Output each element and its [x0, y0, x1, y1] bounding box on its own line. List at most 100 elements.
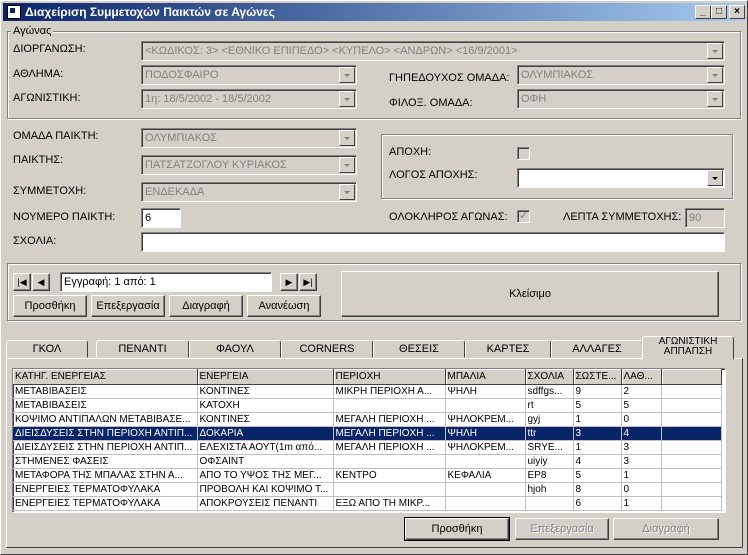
- column-header-comments[interactable]: ΣΧΟΛΙΑ: [525, 369, 574, 385]
- tab-positions[interactable]: ΘΕΣΕΙΣ: [373, 340, 465, 358]
- player-number-value: 6: [145, 212, 152, 224]
- chevron-down-icon[interactable]: [707, 43, 723, 59]
- table-cell: ΣΤΗΜΕΝΕΣ ΦΑΣΕΙΣ: [13, 454, 198, 469]
- tab-substitutions[interactable]: ΑΛΛΑΓΕΣ: [551, 340, 643, 358]
- actions-grid[interactable]: ΚΑΤΗΓ. ΕΝΕΡΓΕΙΑΣ ΕΝΕΡΓΕΙΑ ΠΕΡΙΟΧΗ ΜΠΑΛΙΑ…: [12, 368, 726, 513]
- table-row[interactable]: ΜΕΤΑΦΟΡΑ ΤΗΣ ΜΠΑΛΑΣ ΣΤΗΝ Α... ΑΠΟ ΤΟ ΥΨΟΣ…: [13, 468, 722, 483]
- table-cell: ΕΝΕΡΓΕΙΕΣ ΤΕΡΜΑΤΟΦΥΛΑΚΑ: [13, 496, 198, 511]
- table-row[interactable]: ΜΕΤΑΒΙΒΑΣΕΙΣ ΚΟΝΤΙΝΕΣ ΜΙΚΡΗ ΠΕΡΙΟΧΗ Α... ΨΗ…: [13, 384, 722, 399]
- season-label: ΑΓΩΝΙΣΤΙΚΗ:: [13, 92, 81, 104]
- delete-record-button[interactable]: Διαγραφή: [169, 295, 243, 317]
- previous-record-button[interactable]: ◀: [32, 273, 50, 291]
- guest-team-combo[interactable]: ΟΦΗ: [517, 89, 725, 109]
- title-bar[interactable]: Διαχείριση Συμμετοχών Παικτών σε Αγώνες …: [3, 3, 745, 21]
- participation-combo[interactable]: ΕΝΔΕΚΑΔΑ: [141, 182, 357, 202]
- table-cell: [445, 482, 526, 497]
- participation-value: ΕΝΔΕΚΑΔΑ: [145, 186, 205, 198]
- tab-goals[interactable]: ΓΚΟΛ: [6, 340, 88, 358]
- table-cell: ΜΕΓΑΛΗ ΠΕΡΙΟΧΗ ...: [333, 412, 446, 427]
- table-cell: 1: [573, 412, 622, 427]
- table-row[interactable]: ΔΙΕΙΣΔΥΣΕΙΣ ΣΤΗΝ ΠΕΡΙΟΧΗ ΑΝΤΙΠ... ΔΟΚΑΡΙΑ…: [13, 426, 722, 441]
- organization-combo[interactable]: <ΚΩΔΙΚΟΣ: 3> <ΕΘΝΙΚΟ ΕΠΙΠΕΔΟ> <ΚΥΠΕΛΟ> <…: [141, 41, 725, 61]
- grid-delete-button[interactable]: Διαγραφή: [613, 518, 719, 540]
- first-record-button[interactable]: |◀: [13, 273, 31, 291]
- player-combo[interactable]: ΠΑΤΣΑΤΖΟΓΛΟΥ ΚΥΡΙΑΚΟΣ: [141, 155, 357, 175]
- table-row[interactable]: ΜΕΤΑΒΙΒΑΣΕΙΣ ΚΑΤΟΧΗ rt 5 5: [13, 398, 722, 413]
- table-cell: 4: [621, 426, 662, 441]
- grid-add-button[interactable]: Προσθήκη: [404, 517, 510, 541]
- table-cell: [445, 398, 526, 413]
- table-cell-filler: [661, 412, 722, 427]
- column-header-correct[interactable]: ΣΩΣΤΕ...: [573, 369, 622, 385]
- table-cell-filler: [661, 482, 722, 497]
- edit-record-button[interactable]: Επεξεργασία: [91, 295, 165, 317]
- tab-cards[interactable]: ΚΑΡΤΕΣ: [465, 340, 551, 358]
- next-record-button[interactable]: ▶: [280, 273, 298, 291]
- column-header-category[interactable]: ΚΑΤΗΓ. ΕΝΕΡΓΕΙΑΣ: [13, 369, 198, 385]
- column-header-wrong[interactable]: ΛΑΘ...: [621, 369, 662, 385]
- table-cell: ΕΞΩ ΑΠΟ ΤΗ ΜΙΚΡ...: [333, 496, 446, 511]
- table-row[interactable]: ΕΝΕΡΓΕΙΕΣ ΤΕΡΜΑΤΟΦΥΛΑΚΑ ΑΠΟΚΡΟΥΣΕΙΣ ΠΕΝΑΝ…: [13, 496, 722, 511]
- refresh-button[interactable]: Ανανέωση: [247, 295, 321, 317]
- record-position-field[interactable]: Εγγραφή: 1 από: 1: [60, 272, 272, 292]
- last-record-button[interactable]: ▶|: [299, 273, 317, 291]
- absence-label: ΑΠΟΧΗ:: [389, 146, 432, 158]
- table-cell: 5: [573, 398, 622, 413]
- table-cell: ttr: [525, 426, 574, 441]
- close-window-button[interactable]: ×: [729, 5, 745, 19]
- table-cell-filler: [661, 496, 722, 511]
- chevron-down-icon[interactable]: [707, 67, 723, 83]
- minutes-field[interactable]: 90: [685, 208, 725, 228]
- table-row[interactable]: ΕΝΕΡΓΕΙΕΣ ΤΕΡΜΑΤΟΦΥΛΑΚΑ ΠΡΟΒΟΛΗ ΚΑΙ ΚΟΨΙΜ…: [13, 482, 722, 497]
- home-team-value: ΟΛΥΜΠΙΑΚΟΣ: [521, 69, 594, 81]
- close-form-button[interactable]: Κλείσιμο: [341, 271, 719, 317]
- minimize-button[interactable]: _: [695, 5, 711, 19]
- chevron-down-icon[interactable]: [339, 157, 355, 173]
- column-header-ball[interactable]: ΜΠΑΛΙΑ: [445, 369, 526, 385]
- chevron-down-icon[interactable]: [339, 67, 355, 83]
- table-cell-filler: [661, 384, 722, 399]
- table-row[interactable]: ΣΤΗΜΕΝΕΣ ΦΑΣΕΙΣ ΟΦΣΑΙΝΤ uiyiy 4 3: [13, 454, 722, 469]
- table-cell: gyj: [525, 412, 574, 427]
- column-header-area[interactable]: ΠΕΡΙΟΧΗ: [333, 369, 446, 385]
- sport-value: ΠΟΔΟΣΦΑΙΡΟ: [145, 69, 219, 81]
- table-cell: ΚΟΨΙΜΟ ΑΝΤΙΠΑΛΩΝ ΜΕΤΑΒΙΒΑΣΕ...: [13, 412, 198, 427]
- table-cell: ΨΗΛΗ: [445, 426, 526, 441]
- chevron-down-icon[interactable]: [339, 184, 355, 200]
- table-cell: [333, 398, 446, 413]
- season-combo[interactable]: 1η: 18/5/2002 - 18/5/2002: [141, 89, 357, 109]
- player-number-field[interactable]: 6: [141, 208, 181, 228]
- table-cell: ΨΗΛΟΚΡΕΜ...: [445, 412, 526, 427]
- app-icon[interactable]: [7, 5, 21, 19]
- table-row[interactable]: ΔΙΕΙΣΔΥΣΕΙΣ ΣΤΗΝ ΠΕΡΙΟΧΗ ΑΝΤΙΠ... ΕΛΕΧΙΣΤ…: [13, 440, 722, 455]
- guest-team-label: ΦΙΛΟΞ. ΟΜΑΔΑ:: [389, 97, 473, 109]
- table-cell: 0: [621, 412, 662, 427]
- tab-corners[interactable]: CORNERS: [281, 340, 373, 358]
- table-body: ΜΕΤΑΒΙΒΑΣΕΙΣ ΚΟΝΤΙΝΕΣ ΜΙΚΡΗ ΠΕΡΙΟΧΗ Α... ΨΗ…: [13, 384, 722, 511]
- comments-field[interactable]: [141, 232, 725, 252]
- chevron-down-icon[interactable]: [339, 130, 355, 146]
- maximize-button[interactable]: □: [711, 5, 727, 19]
- add-record-button[interactable]: Προσθήκη: [13, 295, 87, 317]
- tab-match-performance[interactable]: ΑΓΩΝΙΣΤΙΚΗ ΑΠΠΑΠΣΗ: [642, 336, 734, 360]
- guest-team-value: ΟΦΗ: [521, 93, 547, 105]
- home-team-combo[interactable]: ΟΛΥΜΠΙΑΚΟΣ: [517, 65, 725, 85]
- chevron-down-icon[interactable]: [339, 91, 355, 107]
- table-cell: ΚΕΦΑΛΙΑ: [445, 468, 526, 483]
- sport-combo[interactable]: ΠΟΔΟΣΦΑΙΡΟ: [141, 65, 357, 85]
- table-cell: ΚΕΝΤΡΟ: [333, 468, 446, 483]
- table-row[interactable]: ΚΟΨΙΜΟ ΑΝΤΙΠΑΛΩΝ ΜΕΤΑΒΙΒΑΣΕ... ΚΟΝΤΙΝΕΣ ΜΕ…: [13, 412, 722, 427]
- chevron-down-icon[interactable]: [707, 91, 723, 107]
- tab-fouls[interactable]: ΦΑΟΥΛ: [189, 340, 281, 358]
- first-record-icon: |◀: [17, 277, 27, 287]
- chevron-down-icon[interactable]: [707, 170, 723, 186]
- table-cell: [333, 454, 446, 469]
- grid-edit-button[interactable]: Επεξεργασία: [515, 518, 609, 540]
- full-match-checkbox[interactable]: [517, 209, 530, 223]
- player-team-combo[interactable]: ΟΛΥΜΠΙΑΚΟΣ: [141, 128, 357, 148]
- absence-checkbox[interactable]: [517, 147, 530, 160]
- tab-penalties[interactable]: ΠΕΝΑΝΤΙ: [96, 340, 189, 358]
- full-match-label: ΟΛΟΚΛΗΡΟΣ ΑΓΩΝΑΣ:: [389, 211, 508, 223]
- column-header-action[interactable]: ΕΝΕΡΓΕΙΑ: [197, 369, 334, 385]
- absence-reason-combo[interactable]: [517, 168, 725, 188]
